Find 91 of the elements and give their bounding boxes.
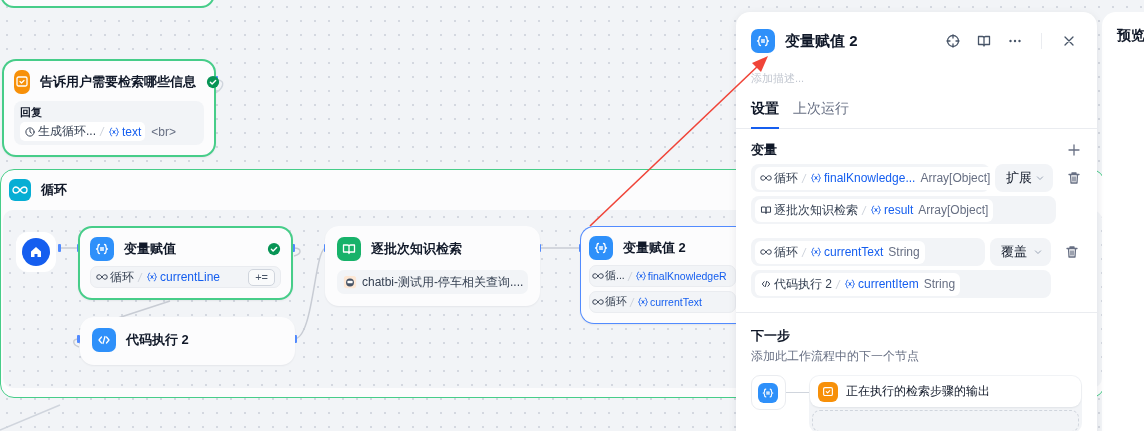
select-value: 覆盖 xyxy=(1001,243,1027,261)
book-icon xyxy=(337,237,361,261)
code-icon xyxy=(760,278,772,290)
mode-select[interactable]: 扩展 xyxy=(995,164,1053,192)
node-title: 循环 xyxy=(41,181,67,199)
plus-icon[interactable] xyxy=(1066,142,1082,158)
variable-name: currentText xyxy=(824,245,884,259)
variable-name: text xyxy=(122,124,142,139)
node-title: 变量赋值 xyxy=(124,240,176,258)
variable-name: finalKnowledge... xyxy=(824,171,916,185)
infinity-icon xyxy=(96,271,108,283)
variable-field[interactable]: 循环 currentText String xyxy=(751,238,985,266)
infinity-icon xyxy=(592,296,604,308)
source-label: 循环 xyxy=(605,295,627,309)
braces-icon xyxy=(90,237,114,261)
braces-icon xyxy=(751,29,775,53)
infinity-icon xyxy=(760,172,772,184)
type-label: String xyxy=(923,277,956,291)
message-icon xyxy=(818,381,839,402)
source-label: 代码执行 2 xyxy=(774,275,832,293)
variable-name: currentLine xyxy=(160,270,221,284)
knowledge-node[interactable]: 逐批次知识检索 chatbi-测试用-停车相关查询.... xyxy=(325,226,540,306)
node-title: 变量赋值 2 xyxy=(623,239,686,257)
mode-select[interactable]: 覆盖 xyxy=(990,238,1051,266)
delete-icon[interactable] xyxy=(1066,170,1082,186)
value-field[interactable]: 逐批次知识检索 result Array[Object] xyxy=(751,196,1056,224)
variable-icon xyxy=(810,172,822,184)
braces-icon xyxy=(758,382,779,403)
dataset-label: chatbi-测试用-停车相关查询.... xyxy=(362,273,524,291)
node-title: 逐批次知识检索 xyxy=(371,240,462,258)
select-value: 扩展 xyxy=(1006,169,1032,187)
variable-name: currentText xyxy=(650,296,702,308)
type-label: String xyxy=(888,245,920,259)
section-label: 回复 xyxy=(20,105,43,120)
tab[interactable]: 上次运行 xyxy=(793,100,849,129)
source-label: 生成循环... xyxy=(38,123,96,140)
operator-badge: += xyxy=(248,268,275,286)
panel-title: 预览 xyxy=(1117,27,1144,45)
hint-text: 添加此工作流程中的下一个节点 xyxy=(751,348,920,365)
infinity-icon xyxy=(592,270,604,282)
variable-icon xyxy=(844,278,856,290)
source-label: 逐批次知识检索 xyxy=(774,201,858,219)
slash-separator xyxy=(629,296,635,308)
connector-line xyxy=(0,404,61,431)
next-node-card[interactable]: 正在执行的检索步骤的输出 xyxy=(810,376,1081,407)
variable-icon xyxy=(108,125,120,138)
variable-name: result xyxy=(884,203,914,217)
slash-separator xyxy=(99,126,105,137)
assign-node[interactable]: 变量赋值 2 循... finalKnowledgeR 循环 currentText xyxy=(580,226,736,324)
book-icon xyxy=(760,204,772,216)
source-label: 循环 xyxy=(110,268,134,286)
node-title: 代码执行 2 xyxy=(126,331,189,349)
message-icon xyxy=(14,70,30,94)
braces-icon xyxy=(589,236,613,260)
section-title: 下一步 xyxy=(751,327,791,345)
source-label: 循环 xyxy=(774,243,798,261)
variable-icon xyxy=(634,270,647,282)
source-label: 循环 xyxy=(774,169,798,187)
infinity-icon xyxy=(760,246,772,258)
code-node[interactable]: 代码执行 2 xyxy=(80,317,295,365)
slash-separator xyxy=(801,172,807,184)
slash-separator xyxy=(626,270,633,282)
node-title: 正在执行的检索步骤的输出 xyxy=(846,383,991,400)
slash-separator xyxy=(861,204,867,216)
slash-separator xyxy=(801,246,807,258)
home-icon xyxy=(22,238,50,266)
slash-separator xyxy=(137,271,143,283)
section-title: 变量 xyxy=(751,141,777,159)
tab[interactable]: 设置 xyxy=(751,100,779,129)
connector-line xyxy=(117,300,171,319)
value-field[interactable]: 代码执行 2 currentItem String xyxy=(751,270,1051,298)
type-label: Array[Object] xyxy=(920,171,991,185)
variable-name: currentItem xyxy=(858,277,919,291)
variable-icon xyxy=(146,271,158,283)
code-icon xyxy=(92,328,116,352)
panel-title: 变量赋值 2 xyxy=(785,31,859,51)
text-label: <br> xyxy=(151,124,177,139)
clock-icon xyxy=(24,125,36,138)
source-label: 循... xyxy=(605,269,625,283)
slash-separator xyxy=(835,278,841,290)
variable-icon xyxy=(870,204,882,216)
type-label: Array[Object] xyxy=(918,203,989,217)
connector-line xyxy=(73,338,80,348)
delete-icon[interactable] xyxy=(1064,244,1080,260)
variable-name: finalKnowledgeR xyxy=(647,270,727,282)
variable-icon xyxy=(810,246,822,258)
assign-node[interactable]: 变量赋值 循环 currentLine += xyxy=(78,226,293,300)
node-title: 告诉用户需要检索哪些信息 xyxy=(40,73,196,91)
dataset-icon xyxy=(343,275,357,289)
variable-icon xyxy=(637,296,649,308)
infinity-icon xyxy=(9,179,31,201)
